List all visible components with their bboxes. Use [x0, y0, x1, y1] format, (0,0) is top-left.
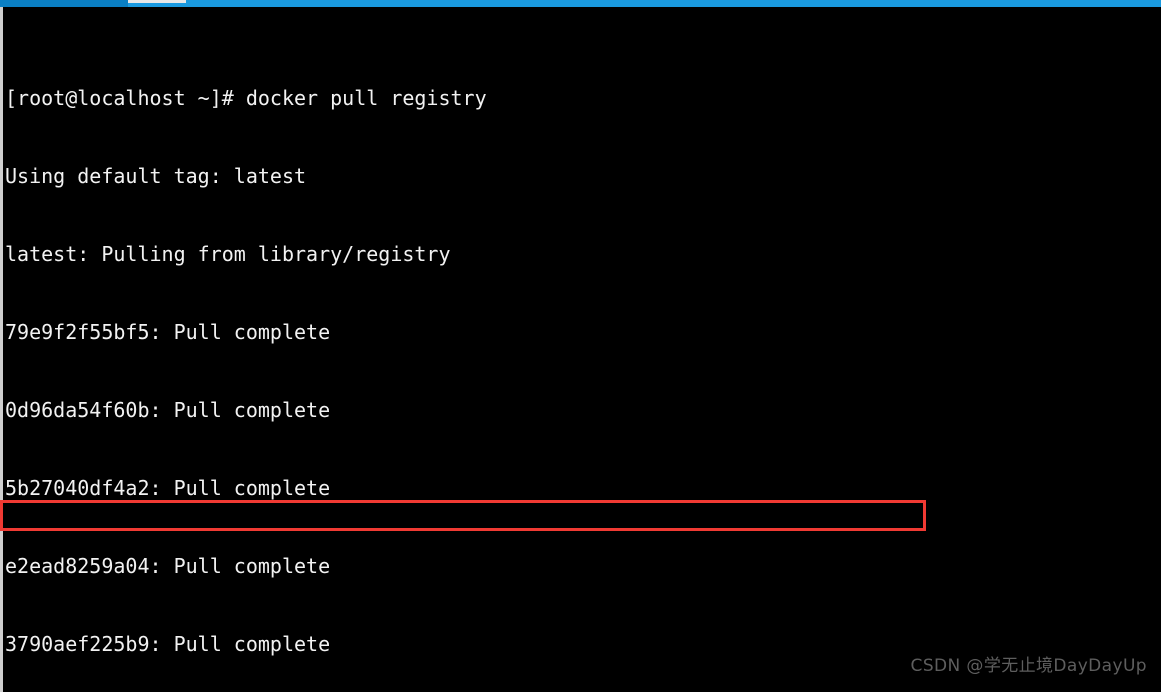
output-line: Using default tag: latest: [5, 164, 307, 188]
output-line: 5b27040df4a2: Pull complete: [5, 476, 331, 500]
window-title-bar-accent: [0, 0, 128, 7]
output-line: e2ead8259a04: Pull complete: [5, 554, 331, 578]
terminal-window: [root@localhost ~]# docker pull registry…: [0, 0, 1161, 692]
output-line: latest: Pulling from library/registry: [5, 242, 451, 266]
window-tab-gap: [128, 0, 186, 3]
window-title-bar: [0, 0, 1161, 7]
terminal-output-area[interactable]: [root@localhost ~]# docker pull registry…: [5, 7, 1161, 692]
output-line: 0d96da54f60b: Pull complete: [5, 398, 331, 422]
command-line-docker-pull: [root@localhost ~]# docker pull registry: [5, 86, 487, 110]
csdn-watermark: CSDN @学无止境DayDayUp: [910, 656, 1147, 676]
output-line: 79e9f2f55bf5: Pull complete: [5, 320, 331, 344]
